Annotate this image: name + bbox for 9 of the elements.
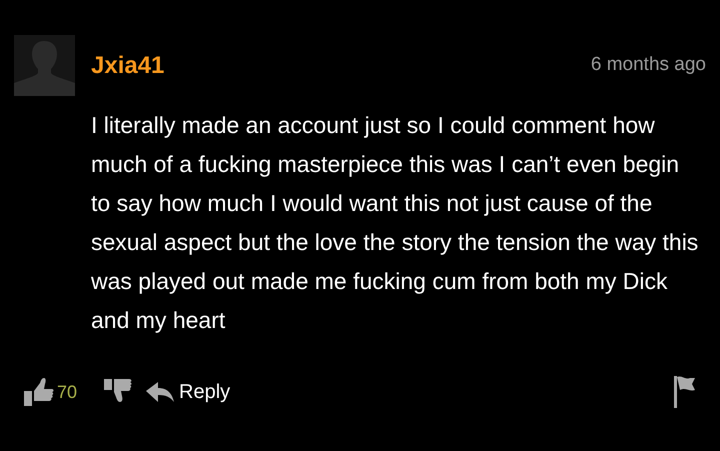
comment-text: I literally made an account just so I could comment how much of a fucking masterpiece this was I can’t even begin to say how much I would want this not just cause of the sexual aspect but the love the story the tension the way this was played out made me fucking cum from both my Dick and my heart	[91, 111, 700, 335]
flag-icon[interactable]	[674, 376, 696, 408]
username[interactable]: Jxia41	[91, 48, 164, 84]
avatar-icon	[14, 35, 75, 96]
timestamp: 6 months ago	[590, 53, 706, 78]
thumbs-up-icon[interactable]	[24, 378, 54, 406]
reply-button[interactable]: Reply	[146, 377, 230, 407]
reply-arrow-icon	[146, 382, 174, 402]
like-count: 70	[57, 380, 78, 404]
